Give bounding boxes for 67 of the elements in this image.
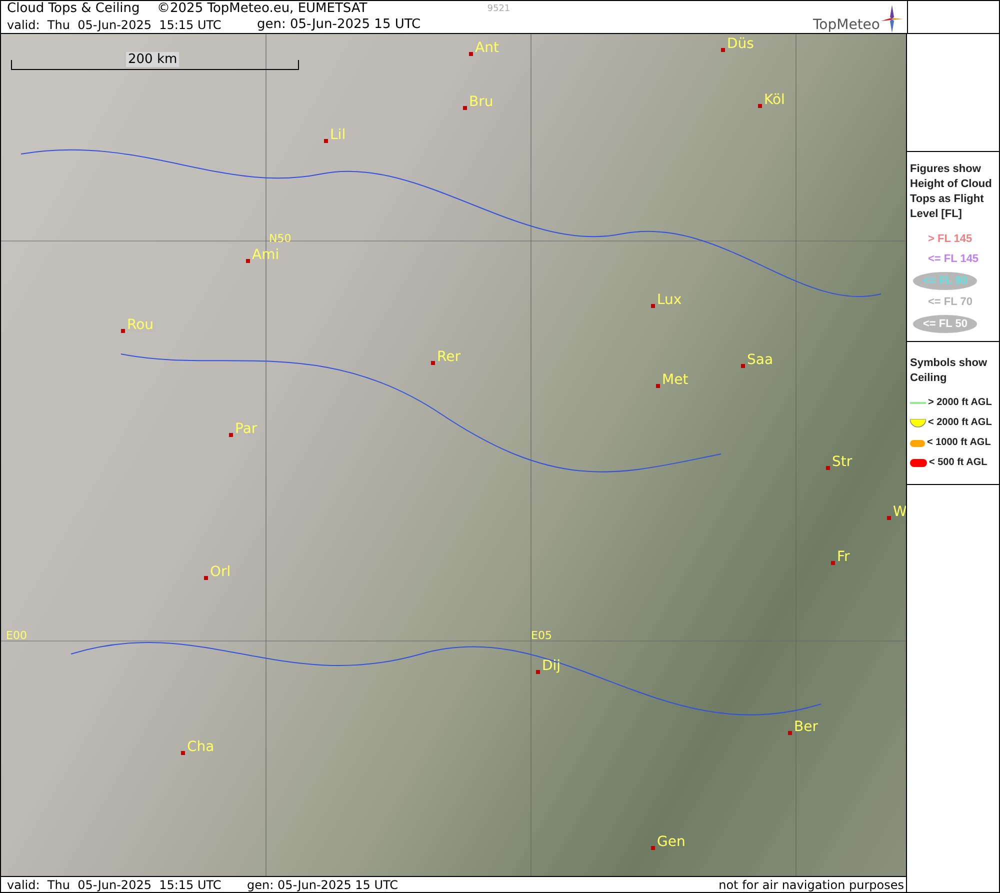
city-marker-icon	[656, 384, 660, 388]
city-marker-icon	[246, 259, 250, 263]
valid-time-text: valid: Thu 05-Jun-2025 15:15 UTC	[7, 877, 222, 892]
city-label: Par	[235, 421, 258, 437]
city-marker-icon	[788, 731, 792, 735]
city-label: Rou	[127, 317, 154, 333]
city-label: Met	[662, 372, 688, 388]
city-marker-icon	[324, 139, 328, 143]
tops-legend-title: Figures show Height of Cloud Tops as Flight Level [FL]	[910, 162, 993, 222]
city-marker-icon	[469, 52, 473, 56]
city-marker-icon	[741, 364, 745, 368]
ceiling-legend-title: Symbols show Ceiling	[910, 356, 988, 386]
city-label: Saa	[747, 352, 774, 368]
grid-label: N50	[269, 232, 292, 245]
compass-logo-icon	[881, 5, 903, 33]
city-label: Str	[832, 454, 852, 470]
city-marker-icon	[204, 576, 208, 580]
city-marker-icon	[121, 329, 125, 333]
city-label: Gen	[657, 834, 686, 850]
city-marker-icon	[826, 466, 830, 470]
legend-item: <= FL 50	[913, 315, 978, 333]
city-label: Lux	[657, 292, 682, 308]
city-label: Fr	[837, 549, 850, 565]
city-label: Cha	[187, 739, 214, 755]
legend-item: <= FL 90	[913, 272, 978, 290]
legend-item: < 1000 ft AGL	[927, 436, 991, 450]
legend-item: > FL 145	[928, 232, 972, 247]
map-title: Cloud Tops & Ceiling	[7, 1, 141, 17]
generated-time-text: gen: 05-Jun-2025 15 UTC	[247, 877, 398, 892]
logo-text: TopMeteo	[813, 17, 880, 33]
city-label: Lil	[330, 127, 346, 143]
scale-label: 200 km	[126, 52, 180, 67]
legend-item: < 500 ft AGL	[929, 456, 988, 470]
city-label: Ant	[475, 40, 499, 56]
city-marker-icon	[536, 670, 540, 674]
legend-item: <= FL 145	[928, 252, 979, 267]
city-marker-icon	[651, 846, 655, 850]
city-label: Dij	[542, 658, 561, 674]
city-marker-icon	[887, 516, 891, 520]
pill-icon	[910, 440, 925, 446]
disclaimer-text: not for air navigation purposes	[718, 877, 905, 892]
city-label: Düs	[727, 36, 754, 52]
grid-label: E00	[6, 629, 27, 642]
city-marker-icon	[831, 561, 835, 565]
city-label: Köl	[764, 92, 785, 108]
city-label: Ami	[252, 247, 280, 263]
generated-time-text: gen: 05-Jun-2025 15 UTC	[257, 17, 421, 33]
city-label: Orl	[210, 564, 231, 580]
city-label: Rer	[437, 349, 460, 365]
city-marker-icon	[651, 304, 655, 308]
city-marker-icon	[181, 751, 185, 755]
city-label: Ber	[794, 719, 818, 735]
legend-item: < 2000 ft AGL	[928, 416, 992, 430]
legend-item: > 2000 ft AGL	[928, 396, 992, 410]
copyright-text: ©2025 TopMeteo.eu, EUMETSAT	[157, 1, 368, 17]
line-symbol-icon	[910, 402, 926, 404]
grid-label: E05	[531, 629, 552, 642]
code-text: 9521	[487, 3, 510, 16]
valid-time-text: valid: Thu 05-Jun-2025 15:15 UTC	[7, 17, 222, 33]
pill-icon	[910, 459, 927, 467]
city-marker-icon	[463, 106, 467, 110]
city-label: Bru	[469, 94, 494, 110]
city-marker-icon	[229, 433, 233, 437]
city-marker-icon	[758, 104, 762, 108]
legend-item: <= FL 70	[928, 295, 972, 310]
city-marker-icon	[721, 48, 725, 52]
city-marker-icon	[431, 361, 435, 365]
